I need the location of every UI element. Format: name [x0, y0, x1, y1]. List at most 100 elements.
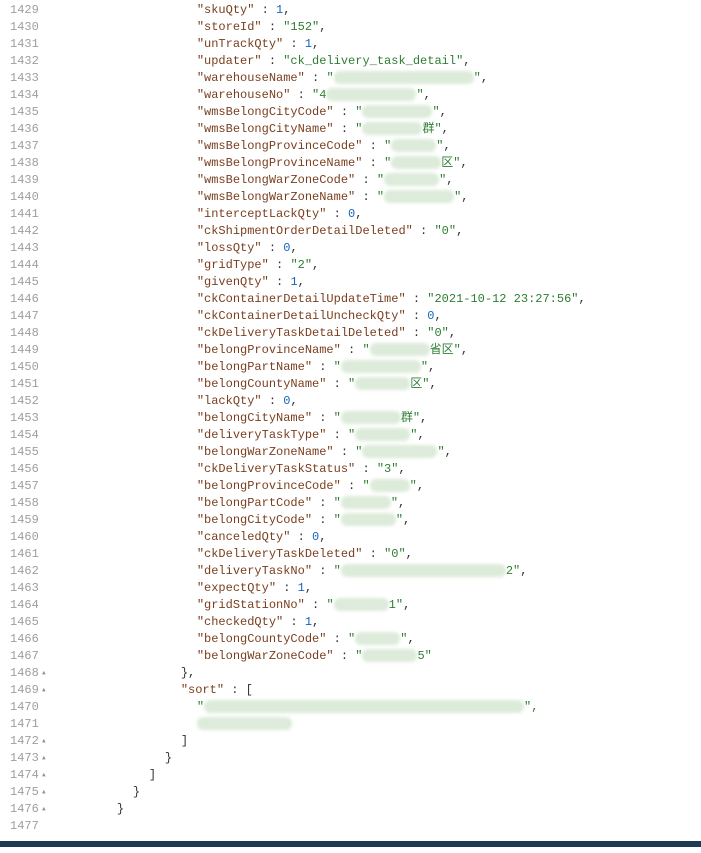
- line-number: 1473▴: [10, 750, 39, 767]
- code-line[interactable]: "sort" : [: [61, 682, 701, 699]
- fold-marker-icon[interactable]: ▴: [39, 784, 49, 801]
- code-line[interactable]: "belongCityName" : "群",: [61, 410, 701, 427]
- code-line[interactable]: "",: [61, 699, 701, 716]
- line-number: 1456: [10, 461, 39, 478]
- line-number: 1451: [10, 376, 39, 393]
- fold-marker-icon[interactable]: ▴: [39, 767, 49, 784]
- code-line[interactable]: "wmsBelongCityName" : "群",: [61, 121, 701, 138]
- code-line[interactable]: "belongWarZoneName" : "",: [61, 444, 701, 461]
- code-line[interactable]: "updater" : "ck_delivery_task_detail",: [61, 53, 701, 70]
- code-line[interactable]: }: [61, 750, 701, 767]
- line-number: 1465: [10, 614, 39, 631]
- code-editor[interactable]: 1429143014311432143314341435143614371438…: [0, 0, 701, 837]
- line-number: 1450: [10, 359, 39, 376]
- code-line[interactable]: [61, 716, 701, 733]
- line-number: 1438: [10, 155, 39, 172]
- fold-marker-icon[interactable]: ▴: [39, 801, 49, 818]
- code-line[interactable]: "storeId" : "152",: [61, 19, 701, 36]
- code-line[interactable]: "checkedQty" : 1,: [61, 614, 701, 631]
- code-line[interactable]: "ckDeliveryTaskDeleted" : "0",: [61, 546, 701, 563]
- code-line[interactable]: "expectQty" : 1,: [61, 580, 701, 597]
- line-number: 1431: [10, 36, 39, 53]
- line-number: 1471: [10, 716, 39, 733]
- code-line[interactable]: "lackQty" : 0,: [61, 393, 701, 410]
- code-line[interactable]: "deliveryTaskNo" : "2",: [61, 563, 701, 580]
- line-number: 1463: [10, 580, 39, 597]
- code-line[interactable]: "skuQty" : 1,: [61, 2, 701, 19]
- code-line[interactable]: "belongPartCode" : "",: [61, 495, 701, 512]
- line-number: 1472▴: [10, 733, 39, 750]
- line-number-gutter: 1429143014311432143314341435143614371438…: [0, 0, 45, 837]
- line-number: 1466: [10, 631, 39, 648]
- code-line[interactable]: "belongCountyCode" : "",: [61, 631, 701, 648]
- line-number: 1454: [10, 427, 39, 444]
- line-number: 1470: [10, 699, 39, 716]
- code-line[interactable]: "belongProvinceCode" : "",: [61, 478, 701, 495]
- fold-marker-icon[interactable]: ▴: [39, 665, 49, 682]
- code-line[interactable]: "wmsBelongProvinceCode" : "",: [61, 138, 701, 155]
- code-line[interactable]: ]: [61, 767, 701, 784]
- code-line[interactable]: [61, 818, 701, 835]
- code-line[interactable]: "wmsBelongWarZoneCode" : "",: [61, 172, 701, 189]
- code-line[interactable]: "belongWarZoneCode" : "5": [61, 648, 701, 665]
- line-number: 1459: [10, 512, 39, 529]
- code-line[interactable]: "gridStationNo" : "1",: [61, 597, 701, 614]
- status-bar: [0, 841, 701, 847]
- fold-marker-icon[interactable]: ▴: [39, 733, 49, 750]
- fold-marker-icon[interactable]: ▴: [39, 750, 49, 767]
- code-line[interactable]: "wmsBelongProvinceName" : "区",: [61, 155, 701, 172]
- code-line[interactable]: "unTrackQty" : 1,: [61, 36, 701, 53]
- code-line[interactable]: "belongPartName" : "",: [61, 359, 701, 376]
- line-number: 1439: [10, 172, 39, 189]
- line-number: 1464: [10, 597, 39, 614]
- line-number: 1434: [10, 87, 39, 104]
- fold-marker-icon[interactable]: ▴: [39, 682, 49, 699]
- code-line[interactable]: "ckDeliveryTaskStatus" : "3",: [61, 461, 701, 478]
- line-number: 1461: [10, 546, 39, 563]
- code-line[interactable]: "warehouseNo" : "4",: [61, 87, 701, 104]
- line-number: 1430: [10, 19, 39, 36]
- line-number: 1442: [10, 223, 39, 240]
- code-line[interactable]: "givenQty" : 1,: [61, 274, 701, 291]
- code-line[interactable]: "belongProvinceName" : "省区",: [61, 342, 701, 359]
- code-line[interactable]: "belongCountyName" : "区",: [61, 376, 701, 393]
- line-number: 1476▴: [10, 801, 39, 818]
- code-line[interactable]: "gridType" : "2",: [61, 257, 701, 274]
- line-number: 1445: [10, 274, 39, 291]
- code-line[interactable]: "wmsBelongWarZoneName" : "",: [61, 189, 701, 206]
- line-number: 1436: [10, 121, 39, 138]
- code-line[interactable]: "ckDeliveryTaskDetailDeleted" : "0",: [61, 325, 701, 342]
- code-area[interactable]: "skuQty" : 1,"storeId" : "152","unTrackQ…: [45, 0, 701, 837]
- line-number: 1435: [10, 104, 39, 121]
- line-number: 1467: [10, 648, 39, 665]
- line-number: 1458: [10, 495, 39, 512]
- code-line[interactable]: }: [61, 784, 701, 801]
- code-line[interactable]: "ckContainerDetailUpdateTime" : "2021-10…: [61, 291, 701, 308]
- line-number: 1460: [10, 529, 39, 546]
- code-line[interactable]: "ckShipmentOrderDetailDeleted" : "0",: [61, 223, 701, 240]
- line-number: 1474▴: [10, 767, 39, 784]
- code-line[interactable]: "lossQty" : 0,: [61, 240, 701, 257]
- line-number: 1429: [10, 2, 39, 19]
- line-number: 1447: [10, 308, 39, 325]
- line-number: 1468▴: [10, 665, 39, 682]
- code-line[interactable]: ]: [61, 733, 701, 750]
- code-line[interactable]: "warehouseName" : "",: [61, 70, 701, 87]
- code-line[interactable]: "wmsBelongCityCode" : "",: [61, 104, 701, 121]
- code-line[interactable]: },: [61, 665, 701, 682]
- line-number: 1457: [10, 478, 39, 495]
- line-number: 1469▴: [10, 682, 39, 699]
- line-number: 1455: [10, 444, 39, 461]
- line-number: 1452: [10, 393, 39, 410]
- line-number: 1437: [10, 138, 39, 155]
- line-number: 1446: [10, 291, 39, 308]
- line-number: 1433: [10, 70, 39, 87]
- code-line[interactable]: }: [61, 801, 701, 818]
- code-line[interactable]: "interceptLackQty" : 0,: [61, 206, 701, 223]
- line-number: 1477: [10, 818, 39, 835]
- code-line[interactable]: "deliveryTaskType" : "",: [61, 427, 701, 444]
- code-line[interactable]: "belongCityCode" : "",: [61, 512, 701, 529]
- code-line[interactable]: "ckContainerDetailUncheckQty" : 0,: [61, 308, 701, 325]
- code-line[interactable]: "canceledQty" : 0,: [61, 529, 701, 546]
- line-number: 1462: [10, 563, 39, 580]
